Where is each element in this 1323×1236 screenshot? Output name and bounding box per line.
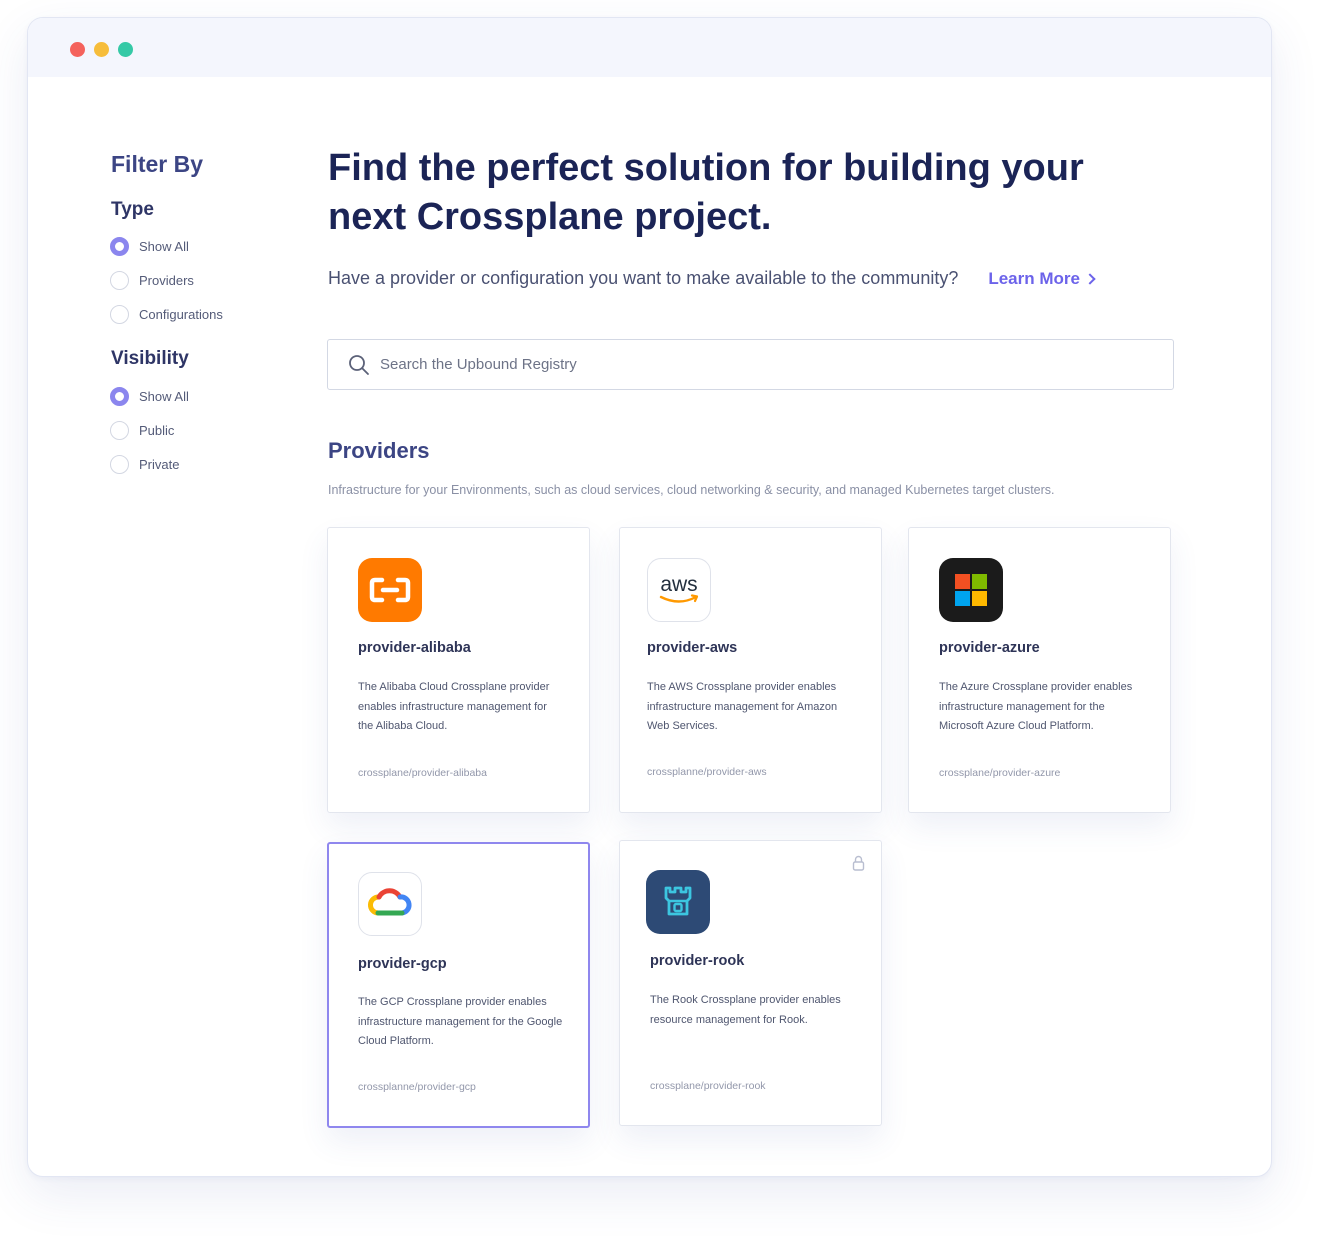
card-description: The Alibaba Cloud Crossplane provider en… xyxy=(358,681,550,732)
card-repo-path: crossplane/provider-azure xyxy=(939,767,1061,779)
minimize-window-dot[interactable] xyxy=(94,42,109,57)
card-title: provider-azure xyxy=(939,640,1040,656)
type-option-show-all[interactable]: Show All xyxy=(110,236,189,256)
browser-window: Filter By Type Show All Providers Config… xyxy=(27,17,1272,1177)
card-title: provider-rook xyxy=(650,953,745,969)
aws-logo-text: aws xyxy=(660,573,697,596)
provider-card-aws[interactable]: aws provider-aws The AWS Crossplane prov… xyxy=(619,527,882,813)
search-input[interactable] xyxy=(380,356,1080,373)
contribute-text: Have a provider or configuration you wan… xyxy=(328,268,959,288)
window-titlebar xyxy=(28,18,1271,77)
radio-label: Providers xyxy=(139,272,194,288)
close-window-dot[interactable] xyxy=(70,42,85,57)
card-title: provider-alibaba xyxy=(358,640,471,656)
visibility-option-show-all[interactable]: Show All xyxy=(110,386,189,406)
radio-label: Configurations xyxy=(139,306,223,322)
chevron-right-icon xyxy=(1084,272,1096,285)
visibility-option-private[interactable]: Private xyxy=(110,454,179,474)
alibaba-cloud-logo-icon xyxy=(358,558,422,622)
type-option-providers[interactable]: Providers xyxy=(110,270,194,290)
aws-logo-icon: aws xyxy=(647,558,711,622)
learn-more-label: Learn More xyxy=(988,268,1080,288)
radio-checked-icon[interactable] xyxy=(110,236,129,256)
contribute-row: Have a provider or configuration you wan… xyxy=(328,268,1096,289)
card-description: The GCP Crossplane provider enables infr… xyxy=(358,996,563,1047)
provider-card-azure[interactable]: provider-azure The Azure Crossplane prov… xyxy=(908,527,1171,813)
filter-by-heading: Filter By xyxy=(111,151,204,177)
maximize-window-dot[interactable] xyxy=(118,42,133,57)
radio-label: Show All xyxy=(139,238,189,254)
radio-unchecked-icon[interactable] xyxy=(110,454,129,474)
card-repo-path: crossplanne/provider-aws xyxy=(647,766,767,778)
radio-checked-icon[interactable] xyxy=(110,386,129,406)
provider-card-gcp[interactable]: provider-gcp The GCP Crossplane provider… xyxy=(327,842,590,1128)
providers-description: Infrastructure for your Environments, su… xyxy=(328,483,1055,497)
type-filter-heading: Type xyxy=(111,199,154,220)
rook-logo-icon xyxy=(646,870,710,934)
page-headline: Find the perfect solution for building y… xyxy=(328,147,1084,238)
card-description: The Rook Crossplane provider enables res… xyxy=(650,994,841,1026)
card-title: provider-gcp xyxy=(358,956,447,972)
visibility-option-public[interactable]: Public xyxy=(110,420,174,440)
radio-unchecked-icon[interactable] xyxy=(110,270,129,290)
radio-label: Private xyxy=(139,456,180,472)
radio-unchecked-icon[interactable] xyxy=(110,304,129,324)
google-cloud-logo-icon xyxy=(358,872,422,936)
card-description: The Azure Crossplane provider enables in… xyxy=(939,681,1133,732)
provider-card-alibaba[interactable]: provider-alibaba The Alibaba Cloud Cross… xyxy=(327,527,590,813)
card-title: provider-aws xyxy=(647,640,738,656)
visibility-filter-heading: Visibility xyxy=(111,348,189,369)
radio-label: Show All xyxy=(139,388,189,404)
search-icon xyxy=(349,354,369,375)
registry-search-box[interactable] xyxy=(327,339,1174,390)
radio-unchecked-icon[interactable] xyxy=(110,420,129,440)
type-option-configurations[interactable]: Configurations xyxy=(110,304,223,324)
card-repo-path: crossplane/provider-rook xyxy=(650,1080,766,1092)
card-description: The AWS Crossplane provider enables infr… xyxy=(647,681,838,732)
lock-icon xyxy=(852,855,865,871)
microsoft-azure-logo-icon xyxy=(939,558,1003,622)
providers-heading: Providers xyxy=(328,438,430,463)
card-repo-path: crossplane/provider-alibaba xyxy=(358,767,487,779)
card-repo-path: crossplanne/provider-gcp xyxy=(358,1081,476,1093)
provider-card-rook[interactable]: provider-rook The Rook Crossplane provid… xyxy=(619,840,882,1126)
radio-label: Public xyxy=(139,422,175,438)
learn-more-link[interactable]: Learn More xyxy=(988,268,1096,289)
